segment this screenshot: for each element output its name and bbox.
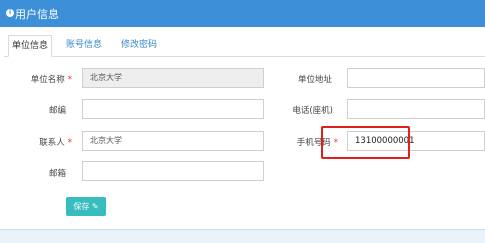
tab-account-info[interactable]: 账号信息 xyxy=(62,35,106,56)
email-label: 邮箱 xyxy=(48,169,66,179)
info-icon: i xyxy=(6,9,14,17)
unit-name-label-text: 单位名称 xyxy=(30,75,65,85)
save-button-label: 保存 xyxy=(73,202,90,211)
telephone-label: 电话(座机) xyxy=(292,106,333,116)
save-button[interactable]: 保存 ✎ xyxy=(66,197,106,216)
email-field[interactable] xyxy=(82,161,264,181)
required-mark: * xyxy=(67,138,72,148)
required-mark: * xyxy=(67,75,72,85)
postcode-field[interactable] xyxy=(82,99,264,119)
postcode-label: 邮编 xyxy=(48,106,66,116)
tab-change-password[interactable]: 修改密码 xyxy=(115,35,163,56)
unit-address-field[interactable] xyxy=(347,68,485,88)
contact-label: 联系人 * xyxy=(10,136,72,148)
tab-unit-info[interactable]: 单位信息 xyxy=(8,35,52,57)
edit-icon: ✎ xyxy=(91,202,99,211)
panel-title: 用户信息 xyxy=(15,8,59,21)
unit-address-label: 单位地址 xyxy=(297,75,332,85)
footer-bar xyxy=(0,229,485,243)
panel-header: i 用户信息 xyxy=(0,0,485,27)
contact-field[interactable]: 北京大学 xyxy=(82,131,264,151)
tab-divider xyxy=(4,56,485,57)
tab-bar: 单位信息 账号信息 修改密码 xyxy=(0,27,485,58)
unit-name-field[interactable]: 北京大学 xyxy=(82,68,264,88)
contact-label-text: 联系人 xyxy=(39,138,65,148)
unit-name-label: 单位名称 * xyxy=(10,73,72,85)
mobile-highlight-box xyxy=(321,126,410,159)
telephone-field[interactable] xyxy=(347,99,485,119)
